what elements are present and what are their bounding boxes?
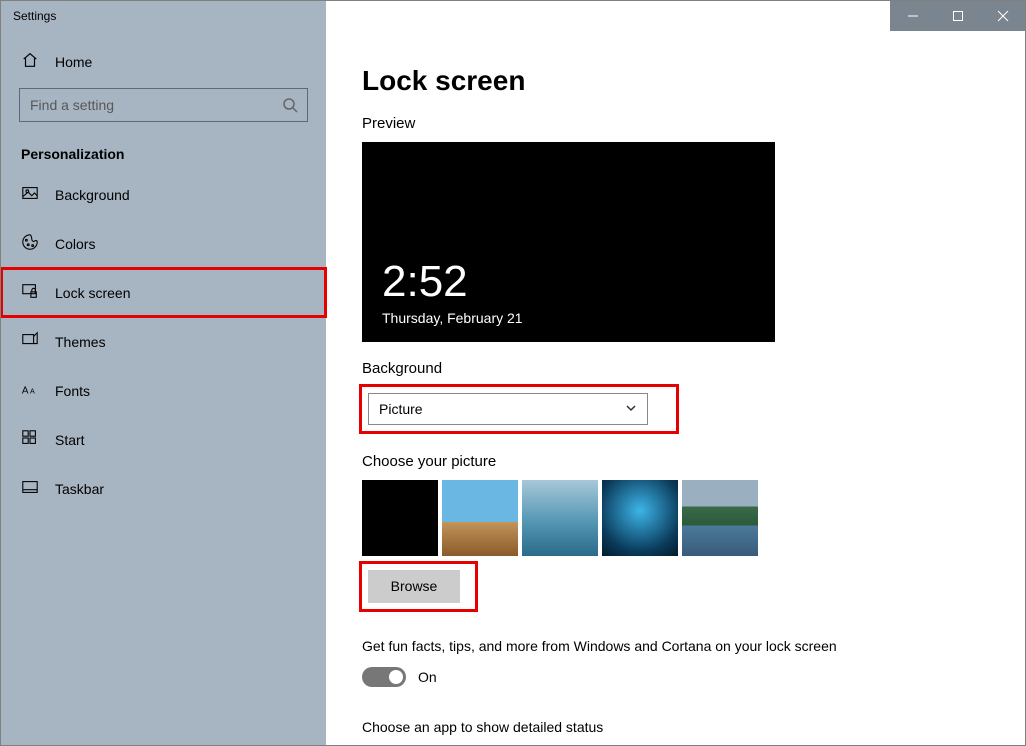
- svg-text:A: A: [30, 387, 35, 396]
- start-icon: [21, 429, 39, 450]
- sidebar-item-themes[interactable]: Themes: [1, 317, 326, 366]
- sidebar-item-label: Background: [55, 187, 130, 203]
- home-label: Home: [55, 54, 92, 70]
- sidebar-item-label: Taskbar: [55, 481, 104, 497]
- preview-date: Thursday, February 21: [382, 310, 755, 326]
- sidebar-item-colors[interactable]: Colors: [1, 219, 326, 268]
- picture-thumbnail[interactable]: [522, 480, 598, 556]
- palette-icon: [21, 233, 39, 254]
- lock-screen-preview: 2:52 Thursday, February 21: [362, 142, 775, 342]
- picture-thumbnail[interactable]: [602, 480, 678, 556]
- toggle-label: On: [418, 669, 437, 685]
- svg-text:A: A: [22, 386, 29, 397]
- preview-time: 2:52: [382, 260, 755, 304]
- chevron-down-icon: [625, 401, 637, 417]
- browse-button[interactable]: Browse: [368, 570, 460, 603]
- picture-thumbnail[interactable]: [362, 480, 438, 556]
- picture-icon: [21, 184, 39, 205]
- fonts-icon: AA: [21, 380, 39, 401]
- picture-thumbnail[interactable]: [442, 480, 518, 556]
- page-title: Lock screen: [362, 65, 989, 97]
- search-icon: [282, 97, 298, 113]
- tips-text: Get fun facts, tips, and more from Windo…: [362, 637, 842, 657]
- minimize-button[interactable]: [890, 1, 935, 31]
- category-label: Personalization: [1, 140, 326, 170]
- preview-label: Preview: [362, 115, 989, 132]
- search-input[interactable]: [19, 88, 308, 122]
- sidebar-item-lock-screen[interactable]: Lock screen: [1, 268, 326, 317]
- dropdown-value: Picture: [379, 401, 423, 417]
- home-icon: [21, 51, 39, 72]
- close-button[interactable]: [980, 1, 1025, 31]
- sidebar-item-label: Colors: [55, 236, 95, 252]
- picture-thumbnail[interactable]: [682, 480, 758, 556]
- themes-icon: [21, 331, 39, 352]
- sidebar-item-label: Themes: [55, 334, 106, 350]
- sidebar-item-label: Lock screen: [55, 285, 130, 301]
- sidebar-item-taskbar[interactable]: Taskbar: [1, 464, 326, 513]
- maximize-button[interactable]: [935, 1, 980, 31]
- sidebar-item-label: Start: [55, 432, 85, 448]
- window-title: Settings: [1, 1, 326, 31]
- background-label: Background: [362, 360, 989, 377]
- background-dropdown[interactable]: Picture: [368, 393, 648, 425]
- sidebar-item-label: Fonts: [55, 383, 90, 399]
- sidebar-item-start[interactable]: Start: [1, 415, 326, 464]
- home-nav[interactable]: Home: [1, 41, 326, 82]
- sidebar-item-fonts[interactable]: AA Fonts: [1, 366, 326, 415]
- sidebar-item-background[interactable]: Background: [1, 170, 326, 219]
- detailed-status-label: Choose an app to show detailed status: [362, 719, 989, 735]
- choose-picture-label: Choose your picture: [362, 453, 989, 470]
- taskbar-icon: [21, 478, 39, 499]
- tips-toggle[interactable]: [362, 667, 406, 687]
- lock-screen-icon: [21, 282, 39, 303]
